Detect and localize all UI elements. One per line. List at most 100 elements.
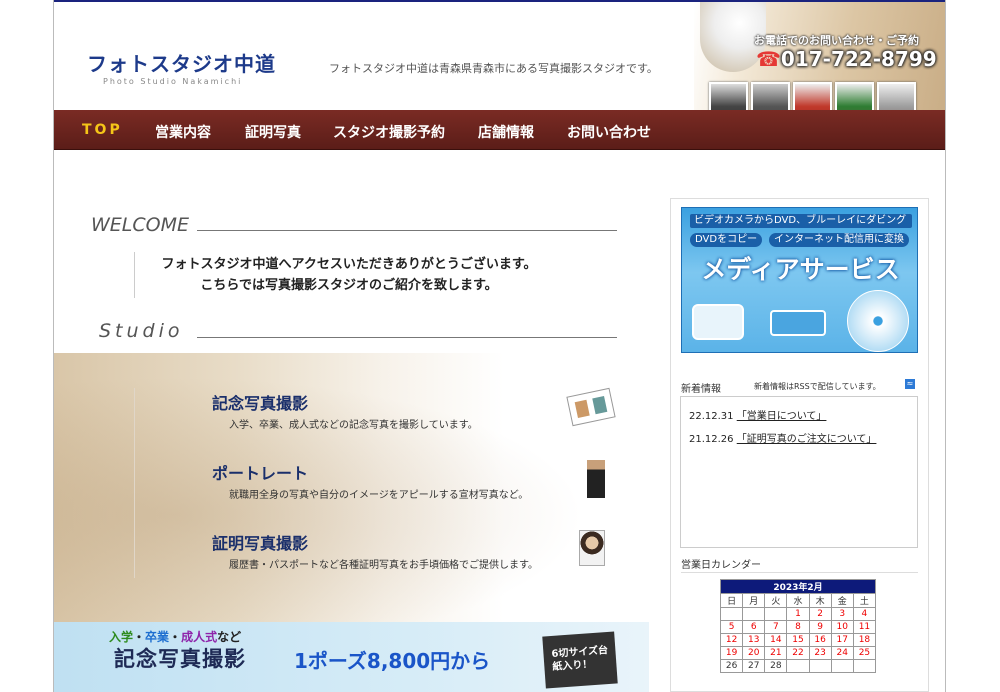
calendar-day: 5 <box>719 620 744 634</box>
logo-text: フォトスタジオ中道 <box>87 52 276 76</box>
phone-number[interactable]: ☎017-722-8799 <box>756 47 937 71</box>
calendar-day: 3 <box>830 607 854 621</box>
calendar-day: 16 <box>808 633 832 647</box>
calendar-day: 9 <box>808 620 832 634</box>
calendar-day <box>808 659 832 673</box>
calendar-week: 5 6 7 8 9 10 11 <box>719 620 877 634</box>
news-list: 22.12.31 「営業日について」 21.12.26 「証明写真のご注文につい… <box>680 396 918 548</box>
welcome-rule <box>197 230 617 231</box>
banner-sub-sotsugyo: 卒業 <box>145 630 170 644</box>
site-tagline: フォトスタジオ中道は青森県青森市にある写真撮影スタジオです。 <box>329 62 658 75</box>
banner-title: 記念写真撮影 <box>114 647 246 671</box>
calendar-heading: 営業日カレンダー <box>681 560 761 571</box>
calendar-day: 15 <box>786 633 810 647</box>
calendar-day: 13 <box>742 633 766 647</box>
nav-store-info[interactable]: 店舗情報 <box>478 122 534 142</box>
nav-id-photo[interactable]: 証明写真 <box>245 122 301 142</box>
calendar-weekday: 日 <box>719 593 744 608</box>
nav-top[interactable]: TOP <box>82 122 123 138</box>
calendar-weekday: 木 <box>808 593 832 608</box>
calendar-day: 6 <box>742 620 766 634</box>
calendar-week: 12 13 14 15 16 17 18 <box>719 633 877 647</box>
welcome-line-2: こちらでは写真撮影スタジオのご紹介を致します。 <box>200 278 498 293</box>
welcome-message: フォトスタジオ中道へアクセスいただきありがとうございます。 こちらでは写真撮影ス… <box>54 254 644 296</box>
rss-icon[interactable]: ≈ <box>905 379 915 389</box>
contact-label: お電話でのお問い合わせ・ご予約 <box>754 34 919 47</box>
calendar-day: 19 <box>719 646 744 660</box>
calendar-weekday: 水 <box>786 593 810 608</box>
calendar-day: 27 <box>742 659 766 673</box>
calendar-day: 22 <box>786 646 810 660</box>
calendar-day <box>742 607 766 621</box>
main-nav: TOP 営業内容 証明写真 スタジオ撮影予約 店舗情報 お問い合わせ <box>54 110 945 150</box>
service-desc-portrait: 就職用全身の写真や自分のイメージをアピールする宣材写真など。 <box>229 490 529 501</box>
studio-rule <box>197 337 617 338</box>
calendar-day: 25 <box>852 646 877 660</box>
service-title-id-photo[interactable]: 証明写真撮影 <box>212 530 308 554</box>
calendar-day: 14 <box>764 633 788 647</box>
news-item: 22.12.31 「営業日について」 <box>689 407 826 422</box>
calendar-day: 10 <box>830 620 854 634</box>
disc-icon <box>847 290 909 352</box>
header: フォトスタジオ中道 Photo Studio Nakamichi フォトスタジオ… <box>54 2 945 142</box>
nav-services[interactable]: 営業内容 <box>155 122 211 142</box>
news-link[interactable]: 「証明写真のご注文について」 <box>737 434 877 445</box>
news-item: 21.12.26 「証明写真のご注文について」 <box>689 430 876 445</box>
calendar-day <box>719 607 744 621</box>
calendar-day: 8 <box>786 620 810 634</box>
nav-studio-booking[interactable]: スタジオ撮影予約 <box>333 122 445 142</box>
banner-sub-dot-2: ・ <box>169 630 182 644</box>
banner-sub-dot-1: ・ <box>133 630 146 644</box>
media-pill-convert: インターネット配信用に変換 <box>769 233 909 247</box>
calendar-day: 21 <box>764 646 788 660</box>
videotape-icon <box>770 310 826 336</box>
calendar-day: 7 <box>764 620 788 634</box>
calendar-week: 19 20 21 22 23 24 25 <box>719 646 877 660</box>
banner-sub-nyugaku: 入学 <box>109 630 134 644</box>
calendar-week: 1234 <box>719 607 877 621</box>
calendar-weekday: 金 <box>830 593 854 608</box>
media-service-banner[interactable]: ビデオカメラからDVD、ブルーレイにダビング DVDをコピー インターネット配信… <box>681 207 918 353</box>
calendar-day: 2 <box>808 607 832 621</box>
calendar-day <box>852 659 877 673</box>
calendar-weekday-row: 日月火水木金土 <box>719 593 877 608</box>
calendar-day: 24 <box>830 646 854 660</box>
portrait-figure-icon <box>587 460 605 498</box>
nav-contact[interactable]: お問い合わせ <box>567 122 651 142</box>
studio-heading: Studio <box>99 320 184 342</box>
calendar-day: 23 <box>808 646 832 660</box>
calendar-day: 18 <box>852 633 877 647</box>
banner-sub-nado: など <box>217 630 242 644</box>
media-pill-dvd-copy: DVDをコピー <box>690 233 763 247</box>
site-logo[interactable]: フォトスタジオ中道 Photo Studio Nakamichi <box>87 48 276 86</box>
banner-price: 1ポーズ8,800円から <box>294 649 491 673</box>
calendar-day: 11 <box>852 620 877 634</box>
calendar-day: 28 <box>764 659 788 673</box>
media-line-1: ビデオカメラからDVD、ブルーレイにダビング <box>690 214 912 228</box>
news-rss-note: 新着情報はRSSで配信しています。 <box>754 382 881 391</box>
news-date: 21.12.26 <box>689 434 734 445</box>
news-link[interactable]: 「営業日について」 <box>737 411 827 422</box>
calendar-weekday: 土 <box>852 593 877 608</box>
banner-book-label: 6切サイズ台紙入り！ <box>542 631 618 689</box>
calendar-weekday: 月 <box>742 593 766 608</box>
phone-icon: ☎ <box>756 47 781 71</box>
calendar-rule <box>681 572 918 573</box>
page: フォトスタジオ中道 Photo Studio Nakamichi フォトスタジオ… <box>53 0 946 692</box>
service-title-memorial[interactable]: 記念写真撮影 <box>212 390 308 414</box>
calendar-caption: 2023年2月 <box>720 579 876 594</box>
phone-text: 017-722-8799 <box>780 47 937 71</box>
business-calendar: 2023年2月 日月火水木金土 1 2 3 4 5 6 7 8 9 10 11 12 13 14 15 16 1… <box>719 579 877 673</box>
id-photo-icon <box>579 530 605 566</box>
calendar-day: 1 <box>786 607 810 621</box>
video-camera-icon <box>692 304 744 340</box>
calendar-weekday: 火 <box>764 593 788 608</box>
news-date: 22.12.31 <box>689 411 734 422</box>
welcome-line-1: フォトスタジオ中道へアクセスいただきありがとうございます。 <box>161 257 537 272</box>
service-title-portrait[interactable]: ポートレート <box>212 460 308 484</box>
banner-sub-seijinshiki: 成人式 <box>181 630 218 644</box>
calendar-day <box>830 659 854 673</box>
calendar-day: 12 <box>719 633 744 647</box>
calendar-week: 26 27 28 <box>719 659 877 673</box>
media-title: メディアサービス <box>701 255 900 284</box>
